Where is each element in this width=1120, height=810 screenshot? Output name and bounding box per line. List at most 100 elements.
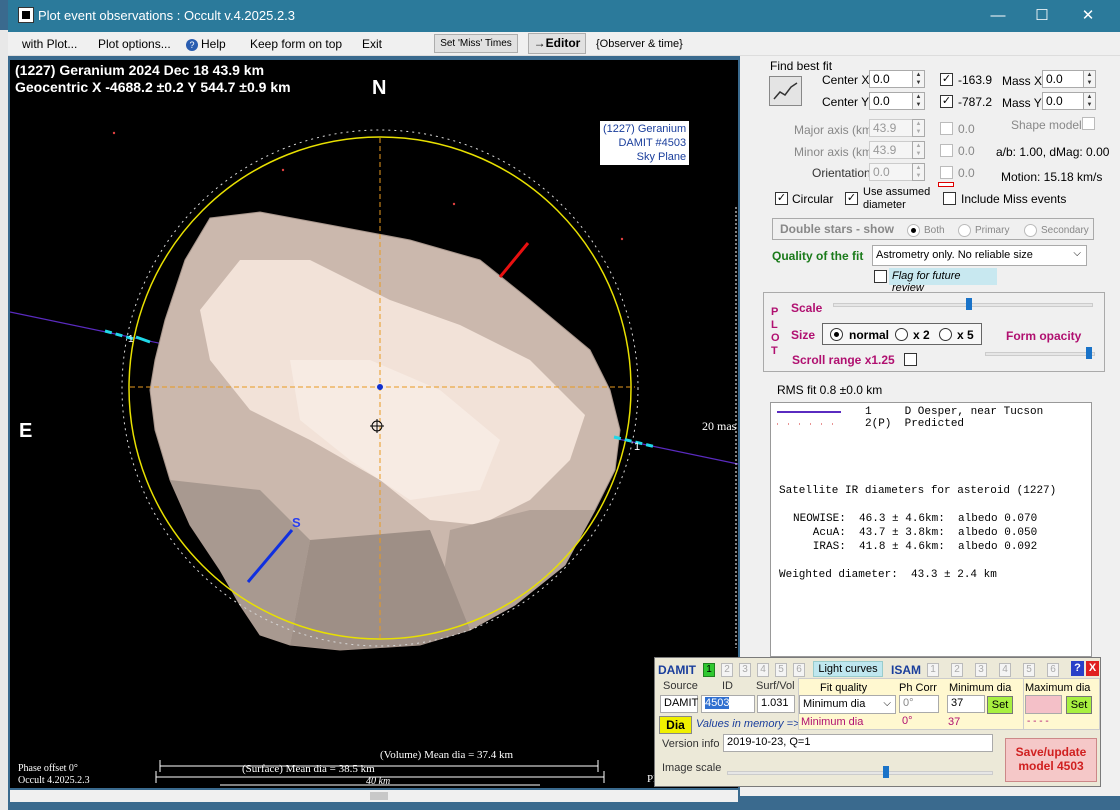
- editor-button[interactable]: →Editor: [528, 33, 586, 54]
- orientation-checkbox[interactable]: [940, 166, 953, 179]
- damit-close-button[interactable]: X: [1086, 661, 1099, 676]
- center-y-spinner[interactable]: ▲ ▼: [912, 92, 925, 110]
- menu-observer-time[interactable]: {Observer & time}: [596, 38, 683, 50]
- menu-keep-on-top[interactable]: Keep form on top: [250, 37, 342, 51]
- mass-x-input[interactable]: 0.0: [1042, 70, 1084, 88]
- flag-review-checkbox[interactable]: [874, 270, 887, 283]
- surf-vol-field[interactable]: 1.031: [757, 695, 795, 713]
- damit-model-1-button[interactable]: 1: [703, 663, 715, 677]
- center-x-input[interactable]: 0.0: [869, 70, 913, 88]
- light-curves-button[interactable]: Light curves: [813, 661, 883, 677]
- menu-exit[interactable]: Exit: [362, 37, 382, 51]
- primary-radio[interactable]: [958, 224, 971, 237]
- plot-horizontal-scrollbar[interactable]: [10, 790, 738, 802]
- include-miss-checkbox[interactable]: [943, 192, 956, 205]
- orientation-spinner[interactable]: ▲ ▼: [912, 163, 925, 181]
- mass-y-spinner[interactable]: ▲ ▼: [1083, 92, 1096, 110]
- size-x2-radio[interactable]: [895, 328, 908, 341]
- image-scale-slider-thumb[interactable]: [883, 766, 889, 778]
- chevron-down-icon: ⌵: [1073, 248, 1081, 259]
- isam-model-5-button[interactable]: 5: [1023, 663, 1035, 677]
- scale-slider-thumb[interactable]: [966, 298, 972, 310]
- isam-model-4-button[interactable]: 4: [999, 663, 1011, 677]
- size-label: Size: [791, 328, 816, 342]
- geo-y-value: -787.2: [958, 95, 993, 109]
- compass-east: E: [19, 420, 33, 442]
- minimum-dia-field[interactable]: 37: [947, 695, 985, 713]
- mass-x-spinner[interactable]: ▲ ▼: [1083, 70, 1096, 88]
- plot-horizontal-scroll-thumb[interactable]: [370, 792, 388, 800]
- acua-diameter: AcuA: 43.7 ± 3.8km: albedo 0.050: [793, 527, 1038, 539]
- size-x5-radio[interactable]: [939, 328, 952, 341]
- ph-corr-label: Ph Corr: [899, 682, 937, 694]
- geo-y-checkbox[interactable]: ✓: [940, 95, 953, 108]
- isam-model-1-button[interactable]: 1: [927, 663, 939, 677]
- ph-corr-field[interactable]: 0°: [899, 695, 939, 713]
- id-label: ID: [722, 680, 733, 692]
- chord-marker-left-end: [135, 335, 151, 344]
- mass-y-label: Mass Y: [1002, 96, 1042, 110]
- maximize-button[interactable]: ☐: [1032, 6, 1052, 26]
- find-best-fit-button[interactable]: [769, 76, 802, 106]
- major-axis-spinner[interactable]: ▲ ▼: [912, 119, 925, 137]
- circular-checkbox[interactable]: ✓: [775, 192, 788, 205]
- use-assumed-diameter-checkbox[interactable]: ✓: [845, 192, 858, 205]
- center-y-input[interactable]: 0.0: [869, 92, 913, 110]
- damit-model-2-button[interactable]: 2: [721, 663, 733, 677]
- minor-axis-checkbox[interactable]: [940, 144, 953, 157]
- set-max-dia-button[interactable]: Set: [1066, 696, 1092, 714]
- chart-icon: [773, 82, 798, 100]
- menu-with-plot[interactable]: with Plot...: [22, 37, 77, 51]
- quality-of-fit-dropdown[interactable]: Astrometry only. No reliable size ⌵: [872, 245, 1087, 266]
- north-pole-line: [498, 242, 530, 278]
- close-button[interactable]: ✕: [1078, 6, 1098, 26]
- save-update-model-button[interactable]: Save/update model 4503: [1005, 738, 1097, 782]
- minor-axis-spinner[interactable]: ▲ ▼: [912, 141, 925, 159]
- maximum-dia-field[interactable]: [1025, 695, 1062, 714]
- shape-model-checkbox[interactable]: [1082, 117, 1095, 130]
- size-normal-radio[interactable]: [830, 328, 843, 341]
- damit-model-6-button[interactable]: 6: [793, 663, 805, 677]
- image-scale-slider[interactable]: [727, 771, 993, 775]
- version-info-field[interactable]: 2019-10-23, Q=1: [723, 734, 993, 752]
- id-field[interactable]: 4503: [701, 695, 755, 713]
- damit-help-button[interactable]: ?: [1071, 661, 1084, 676]
- scroll-range-label: Scroll range x1.25: [792, 353, 895, 367]
- set-min-dia-button[interactable]: Set: [987, 696, 1013, 714]
- dia-button[interactable]: Dia: [659, 716, 692, 734]
- mass-y-input[interactable]: 0.0: [1042, 92, 1084, 110]
- source-field[interactable]: DAMIT: [660, 695, 698, 713]
- center-x-spinner[interactable]: ▲ ▼: [912, 70, 925, 88]
- plot-header-line2: Geocentric X -4688.2 ±0.2 Y 544.7 ±0.9 k…: [15, 79, 291, 95]
- image-scale-label: Image scale: [662, 762, 722, 774]
- neowise-diameter: NEOWISE: 46.3 ± 4.6km: albedo 0.070: [793, 513, 1038, 525]
- damit-model-4-button[interactable]: 4: [757, 663, 769, 677]
- secondary-radio[interactable]: [1024, 224, 1037, 237]
- minor-axis-input[interactable]: 43.9: [869, 141, 913, 159]
- both-radio[interactable]: [907, 224, 920, 237]
- isam-model-2-button[interactable]: 2: [951, 663, 963, 677]
- plot-canvas[interactable]: (1227) Geranium 2024 Dec 18 43.9 km Geoc…: [10, 60, 738, 788]
- menu-help[interactable]: ? Help: [186, 37, 226, 51]
- size-normal-label: normal: [849, 328, 890, 342]
- minimize-button[interactable]: —: [988, 6, 1008, 26]
- isam-model-3-button[interactable]: 3: [975, 663, 987, 677]
- geo-x-checkbox[interactable]: ✓: [940, 73, 953, 86]
- form-opacity-slider[interactable]: [985, 352, 1095, 356]
- shape-color-swatch[interactable]: [938, 182, 954, 187]
- isam-label: ISAM: [891, 663, 921, 677]
- major-axis-checkbox[interactable]: [940, 122, 953, 135]
- major-axis-input[interactable]: 43.9: [869, 119, 913, 137]
- fit-quality-dropdown[interactable]: Minimum dia ⌵: [799, 695, 896, 714]
- menu-plot-options[interactable]: Plot options...: [98, 37, 171, 51]
- phase-offset-label: Phase offset 0°: [18, 763, 78, 774]
- set-miss-times-button[interactable]: Set 'Miss' Times: [434, 34, 518, 53]
- version-info-label: Version info: [662, 738, 720, 750]
- form-opacity-slider-thumb[interactable]: [1086, 347, 1092, 359]
- damit-model-5-button[interactable]: 5: [775, 663, 787, 677]
- scroll-range-checkbox[interactable]: [904, 353, 917, 366]
- damit-model-3-button[interactable]: 3: [739, 663, 751, 677]
- scale-slider[interactable]: [833, 303, 1093, 307]
- isam-model-6-button[interactable]: 6: [1047, 663, 1059, 677]
- orientation-input[interactable]: 0.0: [869, 163, 913, 181]
